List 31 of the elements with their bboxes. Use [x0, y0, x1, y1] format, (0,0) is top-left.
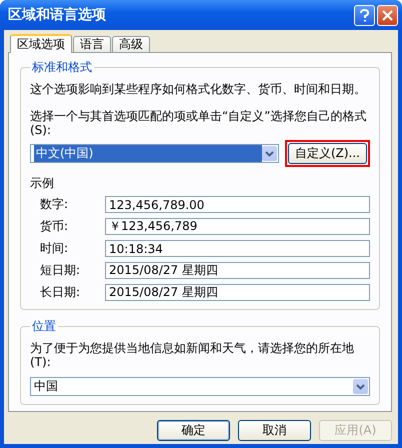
sample-field: 10:18:34 — [105, 240, 370, 257]
group-title: 标准和格式 — [31, 59, 93, 76]
sample-label: 短日期: — [40, 262, 82, 279]
question-icon — [360, 8, 369, 22]
prompt-text: 选择一个与其首选项匹配的项或单击“自定义”选择您自己的格式(S): — [30, 109, 368, 137]
customize-button[interactable]: 自定义(Z)... — [288, 143, 367, 164]
sample-label: 数字: — [40, 196, 70, 213]
tab[interactable]: 区域选项 — [10, 34, 72, 53]
tab[interactable]: 高级 — [112, 36, 150, 52]
locale-dropdown[interactable]: 中文(中国) — [30, 144, 279, 163]
help-button[interactable] — [354, 4, 375, 26]
sample-field: 2015/08/27 星期四 — [105, 284, 370, 301]
tab[interactable]: 语言 — [73, 36, 111, 52]
sample-field: ￥123,456,789 — [105, 218, 370, 235]
sample-label: 货币: — [40, 218, 70, 235]
window-title: 区域和语言选项 — [8, 6, 107, 24]
dialog-button[interactable]: 取消 — [238, 420, 311, 441]
section-label: 示例 — [30, 175, 55, 192]
close-button[interactable] — [377, 4, 398, 26]
sample-field: 123,456,789.00 — [105, 196, 370, 213]
description-text: 这个选项影响到某些程序如何格式化数字、货币、时间和日期。 — [30, 82, 367, 96]
sample-label: 长日期: — [40, 284, 82, 301]
caret-icon — [264, 150, 274, 156]
location-dropdown[interactable]: 中国 — [30, 377, 370, 396]
close-icon — [382, 10, 393, 20]
prompt-text: 为了便于为您提供当地信息如新闻和天气，请选择您的所在地(T): — [30, 341, 355, 369]
group-title: 位置 — [31, 318, 57, 335]
sample-field: 2015/08/27 星期四 — [105, 262, 370, 279]
dialog-button[interactable]: 确定 — [157, 420, 230, 441]
sample-label: 时间: — [40, 240, 70, 257]
caret-icon — [356, 384, 365, 390]
